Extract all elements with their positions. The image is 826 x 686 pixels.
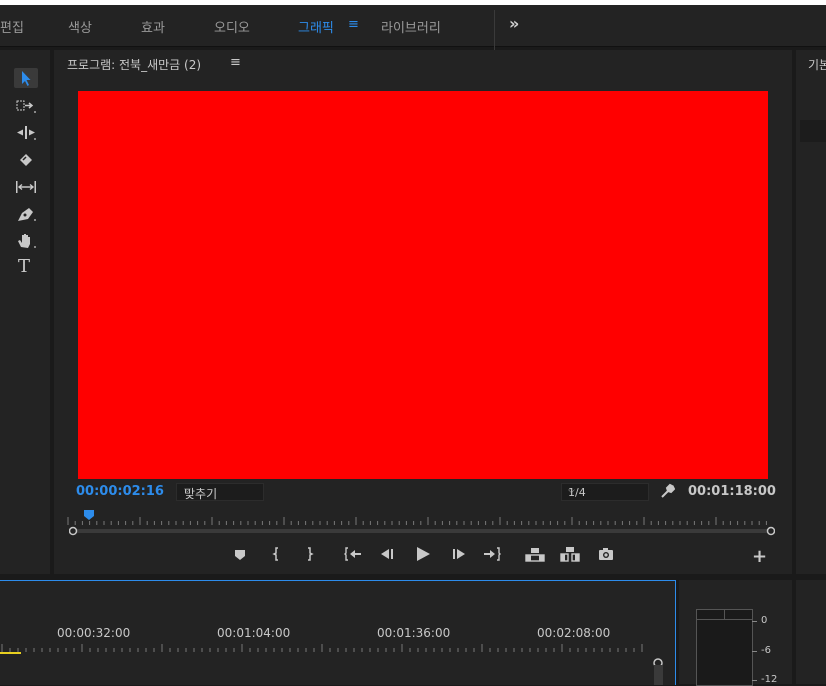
play-icon [417,547,430,561]
duration-timecode: 00:01:18:00 [688,484,776,499]
mark-out-icon [308,547,314,561]
meter-channel-divider [724,610,725,619]
db-label-0: 0 [761,615,768,626]
razor-icon [20,154,32,166]
db-tick [752,680,757,681]
go-to-in-icon [344,547,361,561]
timeline-vertical-scrollbar[interactable] [654,665,663,685]
step-forward-button[interactable] [449,544,469,564]
track-select-tool[interactable] [14,96,38,116]
zoom-handle-left[interactable] [69,526,78,536]
work-area-bar[interactable] [0,652,21,654]
ripple-edit-icon [17,126,36,140]
tab-graphics[interactable]: 그래픽 [298,17,334,36]
pen-tool[interactable] [14,204,38,224]
slip-icon [16,181,36,193]
type-icon: T [18,256,31,277]
video-frame[interactable] [78,91,768,479]
timeline-panel: 00:00:32:00 00:01:04:00 00:01:36:00 00:0… [0,580,676,685]
step-back-icon [381,549,393,559]
overflow-chevron-icon[interactable]: » [509,14,519,33]
tab-audio[interactable]: 오디오 [214,17,250,36]
timeline-timecode-1: 00:00:32:00 [57,626,131,640]
resolution-dropdown[interactable]: 1/4 ⌵ [561,483,649,501]
camera-icon [599,548,613,560]
arrow-icon [22,71,31,86]
selection-tool[interactable] [14,68,38,88]
button-editor-add-icon[interactable]: + [752,546,767,567]
audio-meter [696,609,753,686]
mark-in-icon [272,547,278,561]
playhead-timecode[interactable]: 00:00:02:16 [76,484,164,499]
workspace-tab-bar: 편집 색상 효과 오디오 그래픽 ≡ 라이브러리 » [0,5,826,50]
go-to-out-button[interactable] [482,544,502,564]
timeline-timecode-3: 00:01:36:00 [377,626,451,640]
ripple-edit-tool[interactable] [14,123,38,143]
audio-meters-panel: 0 -6 -12 [679,580,792,686]
extract-button[interactable] [560,544,580,564]
monitor-title: 프로그램: 전북_새만금 (2) [67,58,202,72]
slip-tool[interactable] [14,177,38,197]
razor-tool[interactable] [14,150,38,170]
track-select-icon [16,100,36,113]
wrench-icon[interactable] [659,483,675,499]
essential-graphics-panel: 기본 [796,50,826,574]
mark-in-button[interactable] [267,544,287,564]
hand-tool[interactable] [14,231,38,251]
tab-color[interactable]: 색상 [68,17,92,36]
export-frame-button[interactable] [596,544,616,564]
step-back-button[interactable] [377,544,397,564]
timeline-ruler[interactable] [0,641,660,653]
right-bottom-panel [796,580,826,684]
step-forward-icon [453,549,465,559]
timeline-timecode-4: 00:02:08:00 [537,626,611,640]
lift-icon [525,548,545,562]
play-button[interactable] [413,544,433,564]
tab-divider [494,10,495,50]
right-panel-field[interactable] [800,120,826,142]
zoom-handle-right[interactable] [766,526,775,536]
add-marker-button[interactable] [230,544,250,564]
db-tick [752,651,757,652]
transport-controls [54,544,792,568]
type-tool[interactable]: T [14,256,38,278]
playhead-marker[interactable] [84,510,94,520]
hand-icon [18,234,36,248]
monitor-time-ruler[interactable] [66,510,774,526]
pen-icon [18,208,36,221]
chevron-down-icon: ⌵ [568,486,575,496]
go-to-out-icon [484,547,501,561]
program-monitor: 프로그램: 전북_새만금 (2) ≡ 00:00:02:16 맞추기 ⌵ 1/4… [54,50,792,574]
right-panel-title: 기본 [808,58,826,72]
meter-peak-line [697,619,752,620]
tab-libraries[interactable]: 라이브러리 [381,17,441,36]
marker-icon [235,550,245,560]
db-label-12: -12 [761,674,778,685]
db-label-6: -6 [761,645,771,656]
lift-button[interactable] [525,544,545,564]
timeline-timecode-2: 00:01:04:00 [217,626,291,640]
go-to-in-button[interactable] [343,544,363,564]
monitor-menu-icon[interactable]: ≡ [230,55,241,70]
tab-menu-icon[interactable]: ≡ [348,17,359,32]
tab-effects[interactable]: 효과 [141,17,165,36]
monitor-zoom-scrollbar[interactable] [69,526,775,536]
zoom-fit-dropdown[interactable]: 맞추기 ⌵ [176,483,264,501]
chevron-down-icon: ⌵ [184,485,191,495]
tools-panel: T [0,50,50,574]
extract-icon [560,547,580,562]
tab-edit[interactable]: 편집 [0,17,24,36]
mark-out-button[interactable] [299,544,319,564]
db-tick [752,621,757,622]
